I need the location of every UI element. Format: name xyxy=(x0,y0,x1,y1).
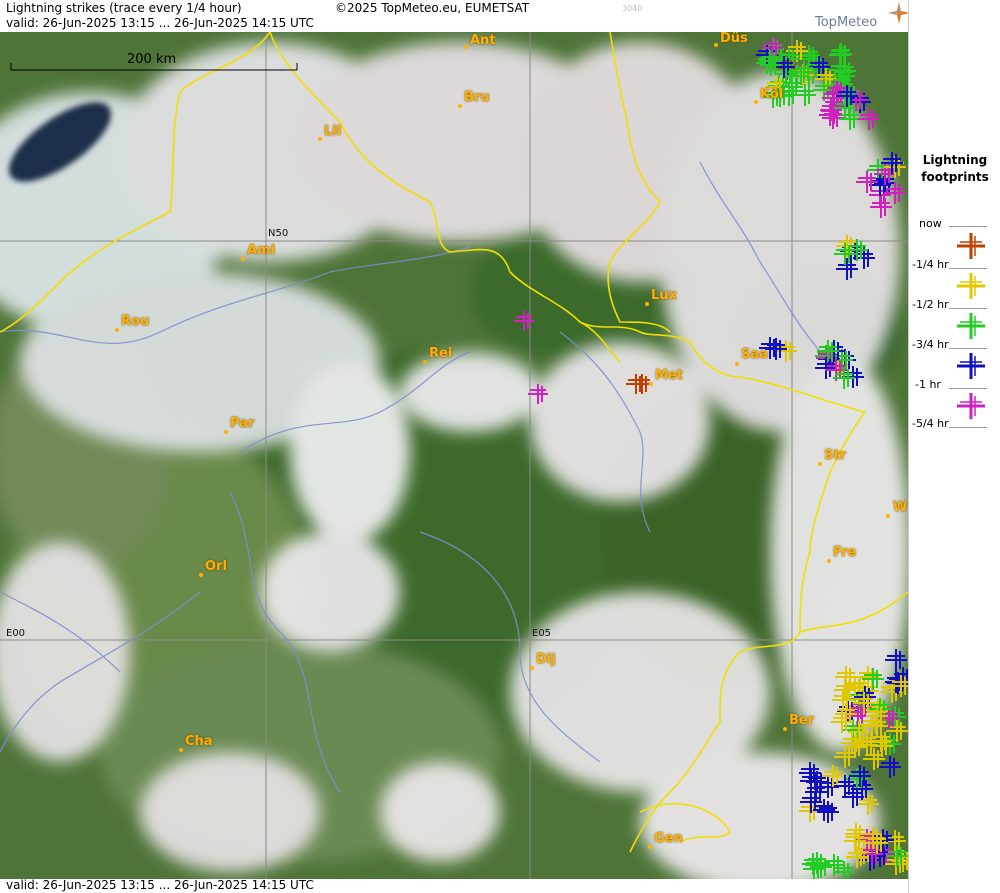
legend-title-line1: Lightning xyxy=(922,153,988,167)
legend-label-q3: -3/4 hr xyxy=(912,338,949,351)
legend-divider xyxy=(949,427,987,428)
city-dot xyxy=(735,362,739,366)
map-canvas xyxy=(0,32,908,879)
legend-divider xyxy=(949,388,987,389)
footer-valid-period: valid: 26-Jun-2025 13:15 ... 26-Jun-2025… xyxy=(6,878,314,892)
legend-label-q1: -1/4 hr xyxy=(912,258,949,271)
city-dot xyxy=(115,328,119,332)
grid-label-e00: E00 xyxy=(6,628,26,639)
city-label-lux[interactable]: Lux xyxy=(651,288,677,303)
city-label-ant[interactable]: Ant xyxy=(470,33,496,48)
topmeteo-logo-text[interactable]: TopMeteo xyxy=(815,15,877,30)
city-dot xyxy=(886,514,890,518)
city-label-orl[interactable]: Orl xyxy=(205,559,227,574)
city-label-dij[interactable]: Dij xyxy=(536,652,556,667)
city-label-rou[interactable]: Rou xyxy=(121,314,149,329)
map-header: Lightning strikes (trace every 1/4 hour)… xyxy=(0,0,908,32)
legend-label-q5: -5/4 hr xyxy=(912,417,949,430)
city-dot xyxy=(649,382,653,386)
city-label-saa[interactable]: Saa xyxy=(741,347,768,362)
legend-divider xyxy=(949,268,987,269)
city-dot xyxy=(318,137,322,141)
legend-title-line2: footprints xyxy=(921,170,989,184)
city-dot xyxy=(783,727,787,731)
legend-label-q2: -1/2 hr xyxy=(912,298,949,311)
city-label-kol[interactable]: Köl xyxy=(760,87,783,102)
city-label-gen[interactable]: Gen xyxy=(654,831,683,846)
valid-period: valid: 26-Jun-2025 13:15 ... 26-Jun-2025… xyxy=(6,16,314,30)
map-title: Lightning strikes (trace every 1/4 hour) xyxy=(6,1,242,15)
city-label-dus[interactable]: Düs xyxy=(720,32,748,46)
city-dot xyxy=(645,302,649,306)
grid-label-e05: E05 xyxy=(532,628,552,639)
city-label-cha[interactable]: Cha xyxy=(185,734,213,749)
copyright-text: ©2025 TopMeteo.eu, EUMETSAT xyxy=(335,1,530,15)
grid-label-n50: N50 xyxy=(268,228,289,239)
city-dot xyxy=(464,45,468,49)
city-dot xyxy=(754,100,758,104)
city-label-par[interactable]: Par xyxy=(230,416,254,431)
legend-cross-now-icon xyxy=(957,233,985,259)
city-dot xyxy=(224,430,228,434)
city-dot xyxy=(818,462,822,466)
city-dot xyxy=(423,360,427,364)
city-dot xyxy=(827,559,831,563)
legend-cross-q4-icon xyxy=(957,393,985,419)
legend-cross-q3-icon xyxy=(957,353,985,379)
legend-cross-q1-icon xyxy=(957,273,985,299)
legend-label-q4: -1 hr xyxy=(915,378,941,391)
city-dot xyxy=(241,257,245,261)
city-dot xyxy=(530,666,534,670)
city-label-lil[interactable]: Lil xyxy=(324,124,341,139)
legend-title: Lightning footprints xyxy=(909,152,1000,186)
scale-label: 200 km xyxy=(127,52,177,67)
city-dot xyxy=(714,43,718,47)
image-code: 3040 xyxy=(622,4,643,13)
map-footer: valid: 26-Jun-2025 13:15 ... 26-Jun-2025… xyxy=(0,878,908,893)
legend-divider xyxy=(949,348,987,349)
legend-panel: Lightning footprints now -1/4 hr -1/2 hr… xyxy=(908,0,1000,893)
city-label-fre[interactable]: Fre xyxy=(833,545,856,560)
legend-label-now: now xyxy=(919,217,942,230)
city-dot xyxy=(199,573,203,577)
city-label-str[interactable]: Str xyxy=(824,448,846,463)
satellite-map[interactable]: 200 km N50 E00 E05 Ant Düs Bru Köl Lil A… xyxy=(0,32,908,879)
legend-cross-q2-icon xyxy=(957,313,985,339)
city-label-ber[interactable]: Ber xyxy=(789,713,814,728)
legend-divider xyxy=(949,308,987,309)
city-label-met[interactable]: Met xyxy=(655,368,683,383)
city-label-rei[interactable]: Rei xyxy=(429,346,452,361)
topmeteo-star-icon xyxy=(888,2,910,24)
city-dot xyxy=(458,104,462,108)
legend-divider xyxy=(949,226,987,227)
city-label-bru[interactable]: Bru xyxy=(464,90,490,105)
city-label-w[interactable]: W xyxy=(893,500,907,515)
city-dot xyxy=(648,845,652,849)
city-label-ami[interactable]: Ami xyxy=(247,243,275,258)
city-dot xyxy=(179,748,183,752)
